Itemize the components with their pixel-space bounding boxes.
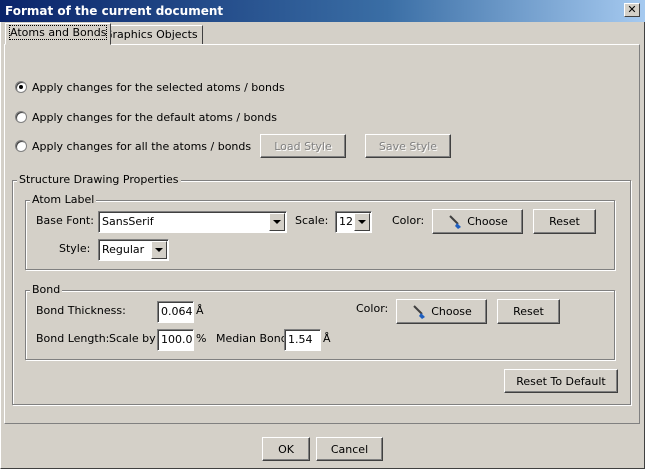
radio-button[interactable] (15, 111, 27, 123)
radio-apply-selected[interactable]: Apply changes for the selected atoms / b… (15, 79, 285, 95)
bond-thickness-label: Bond Thickness: (36, 304, 126, 317)
angstrom-unit: Å (196, 304, 204, 317)
tab-label: Atoms and Bonds (8, 25, 108, 40)
radio-button-checked[interactable] (15, 81, 27, 93)
scale-select[interactable]: 12 (335, 211, 372, 233)
chevron-down-icon[interactable] (269, 213, 285, 231)
select-value: Regular (102, 243, 145, 256)
ok-button[interactable]: OK (262, 437, 310, 461)
style-label: Style: (59, 242, 91, 255)
tab-panel-atoms-and-bonds: Apply changes for the selected atoms / b… (4, 44, 640, 424)
cancel-button[interactable]: Cancel (316, 437, 383, 461)
structure-drawing-properties-group: Structure Drawing Properties Atom Label … (12, 173, 631, 405)
angstrom-unit: Å (323, 332, 331, 345)
color-label: Color: (392, 214, 425, 227)
chevron-down-icon[interactable] (354, 213, 370, 231)
dialog-title-bar: Format of the current document ✕ (0, 0, 645, 22)
paintbrush-icon (413, 304, 426, 319)
select-value: SansSerif (102, 215, 154, 228)
median-bond-label: Median Bond (216, 332, 288, 345)
bond-group: Bond Bond Thickness: 0.064 Å Color: Choo… (25, 283, 615, 360)
radio-apply-default[interactable]: Apply changes for the default atoms / bo… (15, 109, 277, 125)
load-style-button[interactable]: Load Style (260, 134, 346, 158)
select-value: 12 (339, 215, 353, 228)
dialog-title: Format of the current document (5, 4, 224, 18)
tab-atoms-and-bonds[interactable]: Atoms and Bonds (5, 23, 112, 45)
choose-bond-color-button[interactable]: Choose (396, 299, 487, 324)
chevron-down-icon[interactable] (151, 241, 167, 259)
group-title: Atom Label (30, 193, 97, 206)
paintbrush-icon (449, 214, 462, 229)
group-title: Structure Drawing Properties (17, 173, 181, 186)
scale-label: Scale: (295, 214, 329, 227)
button-label: Choose (467, 215, 508, 228)
group-title: Bond (30, 283, 63, 296)
median-bond-input[interactable]: 1.54 (284, 329, 321, 351)
radio-label: Apply changes for the default atoms / bo… (32, 110, 277, 124)
radio-apply-all[interactable]: Apply changes for all the atoms / bonds (15, 138, 251, 154)
radio-label: Apply changes for the selected atoms / b… (32, 80, 285, 94)
button-label: Choose (431, 305, 472, 318)
scale-by-label: Scale by (109, 332, 156, 345)
percent-unit: % (196, 332, 207, 345)
bond-color-label: Color: (356, 302, 389, 315)
base-font-label: Base Font: (36, 214, 94, 227)
base-font-select[interactable]: SansSerif (98, 211, 287, 233)
reset-bond-color-button[interactable]: Reset (497, 299, 560, 324)
font-style-select[interactable]: Regular (98, 239, 169, 261)
reset-to-default-button[interactable]: Reset To Default (504, 369, 618, 393)
scale-by-input[interactable]: 100.0 (157, 329, 194, 351)
atom-label-group: Atom Label Base Font: SansSerif Scale: 1… (25, 193, 615, 270)
tab-graphics-objects[interactable]: Graphics Objects (99, 25, 203, 45)
radio-label: Apply changes for all the atoms / bonds (32, 139, 252, 153)
save-style-button[interactable]: Save Style (365, 134, 451, 158)
close-icon[interactable]: ✕ (624, 3, 640, 17)
tab-label: Graphics Objects (104, 28, 198, 41)
radio-button[interactable] (15, 140, 27, 152)
choose-color-button[interactable]: Choose (432, 209, 523, 234)
bond-thickness-input[interactable]: 0.064 (157, 301, 194, 323)
reset-atom-color-button[interactable]: Reset (533, 209, 596, 234)
bond-length-label: Bond Length: (36, 332, 110, 345)
